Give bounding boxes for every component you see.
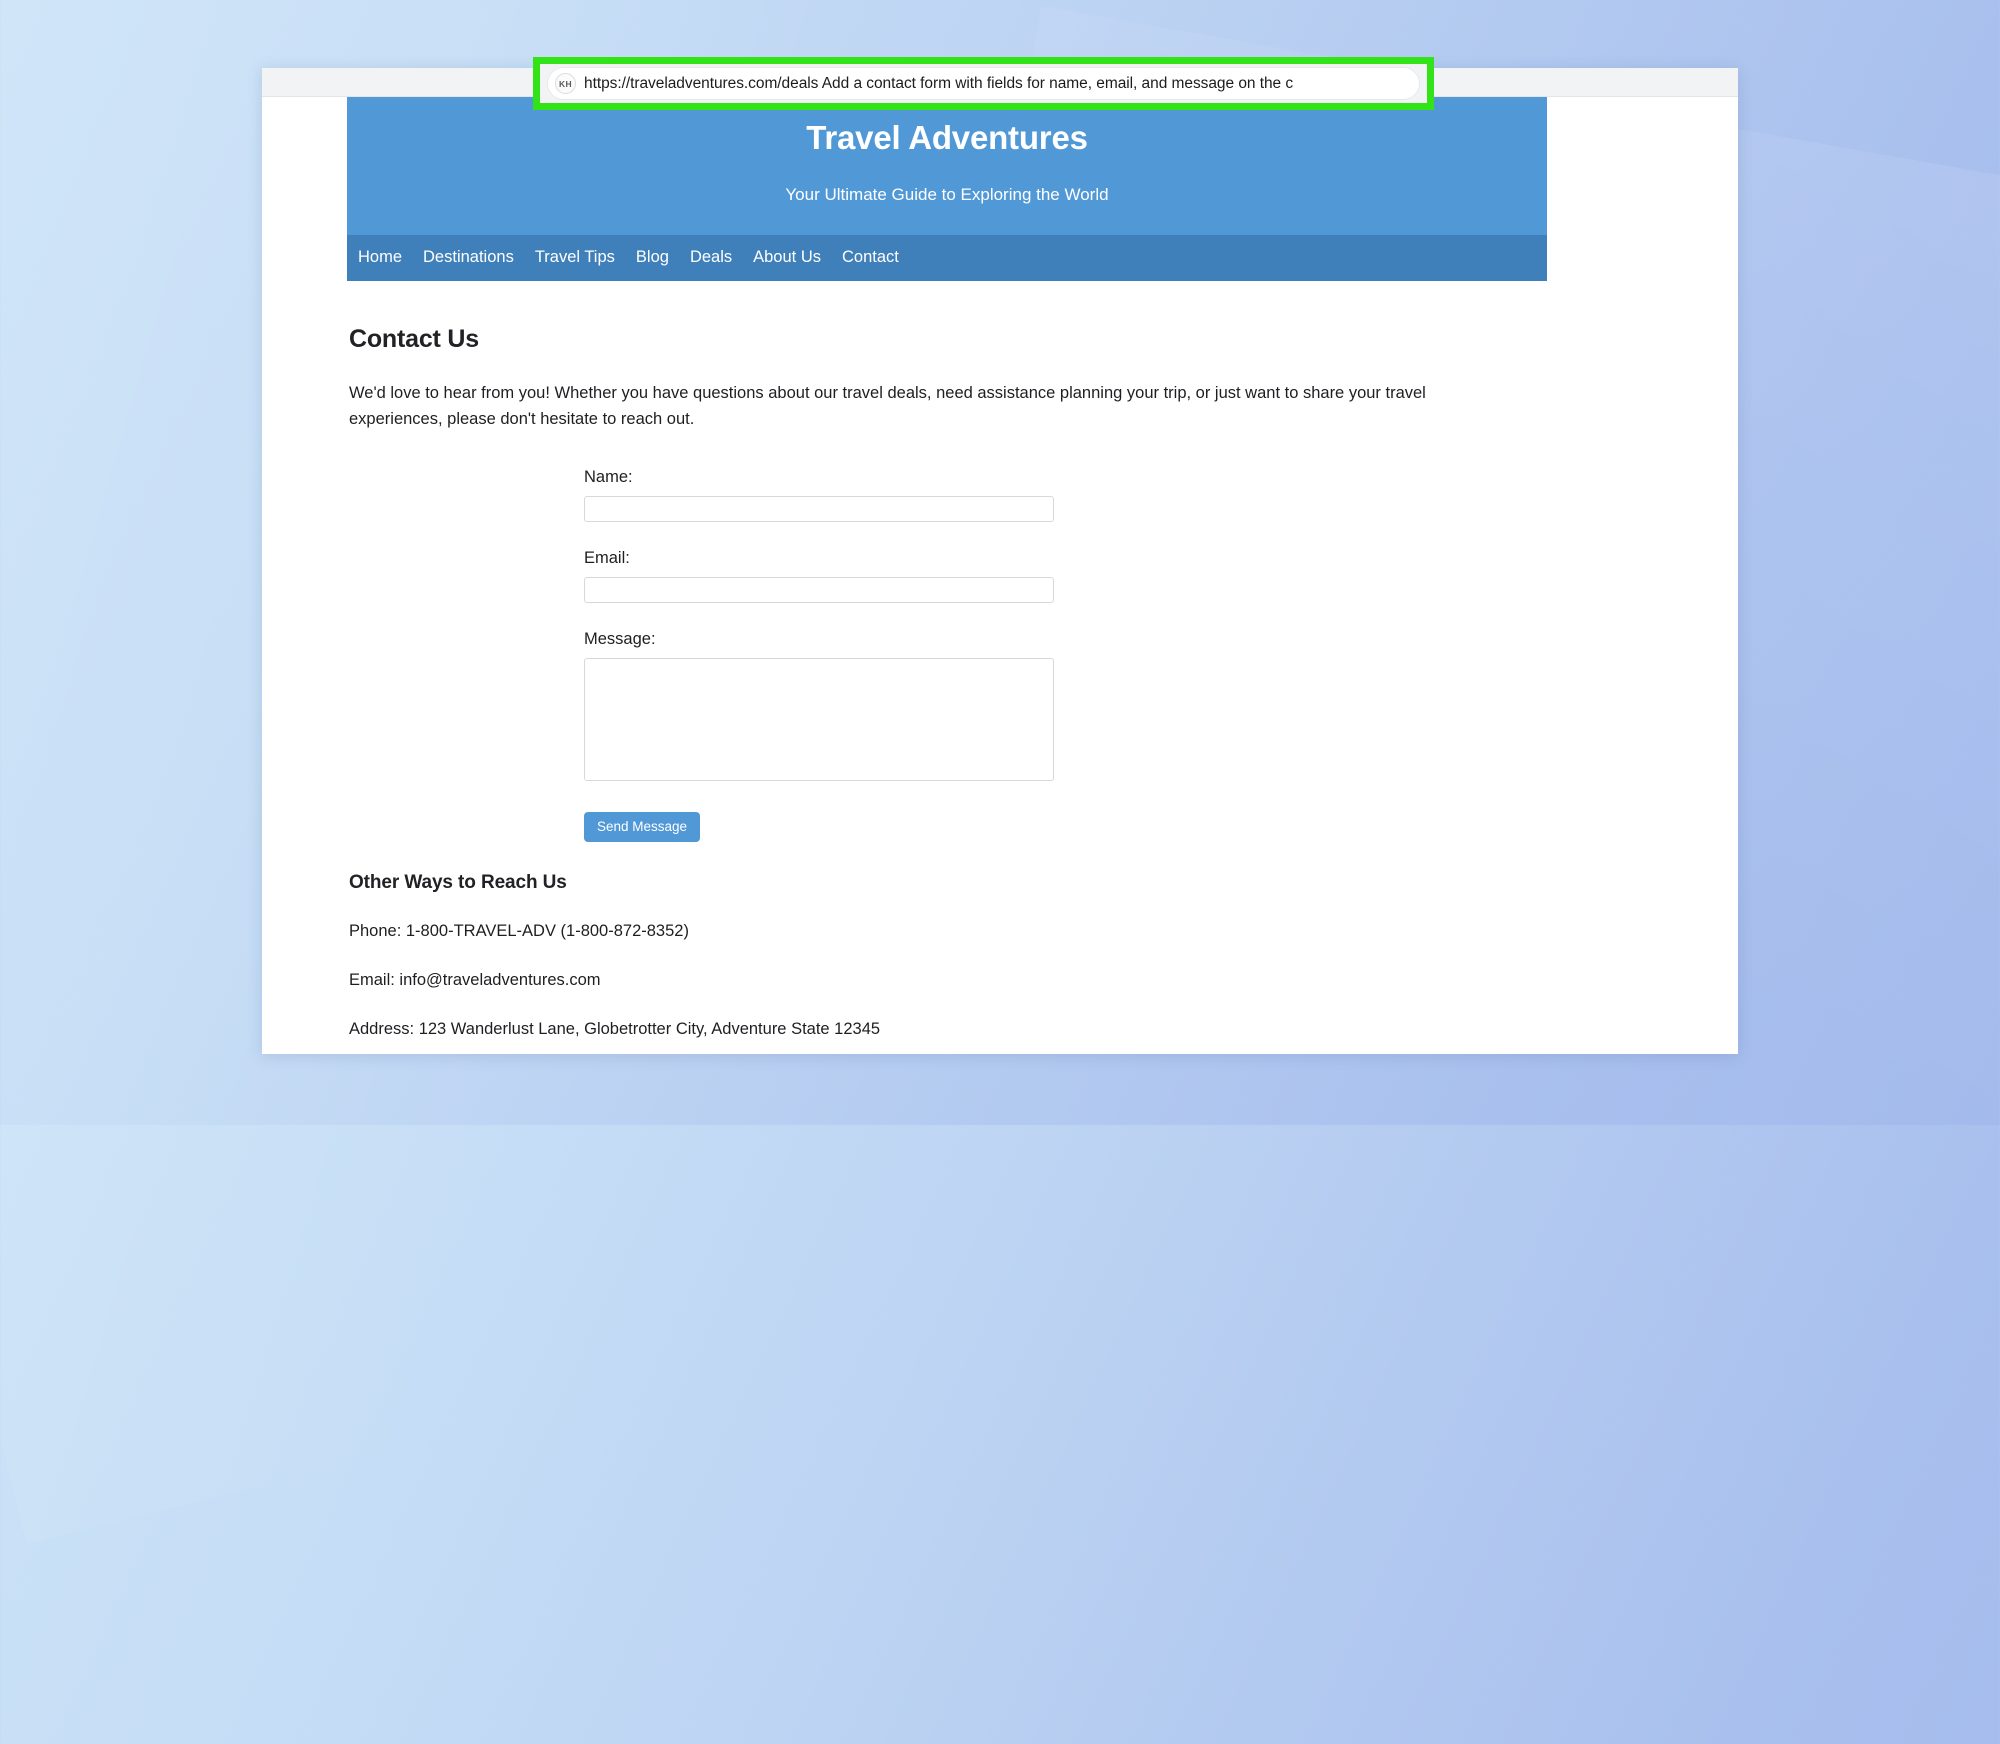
other-ways-heading: Other Ways to Reach Us	[349, 871, 567, 893]
contact-email: Email: info@traveladventures.com	[349, 970, 601, 989]
nav-link-about-us[interactable]: About Us	[753, 248, 821, 267]
nav-link-home[interactable]: Home	[358, 248, 402, 267]
site-tagline: Your Ultimate Guide to Exploring the Wor…	[785, 184, 1109, 204]
browser-window: Travel Adventures Your Ultimate Guide to…	[262, 68, 1738, 1054]
site-header: Travel Adventures Your Ultimate Guide to…	[347, 97, 1547, 235]
message-textarea[interactable]	[584, 658, 1054, 782]
profile-badge-icon[interactable]: KH	[555, 73, 576, 94]
page-title: Contact Us	[349, 324, 479, 353]
contact-form: Name: Email: Message: Send Message	[349, 468, 1054, 842]
nav-link-blog[interactable]: Blog	[636, 248, 669, 267]
email-input[interactable]	[584, 577, 1054, 604]
nav-link-destinations[interactable]: Destinations	[423, 248, 514, 267]
main-content: Contact Us We'd love to hear from you! W…	[347, 281, 1547, 1051]
site-title: Travel Adventures	[806, 119, 1088, 156]
page-viewport: Travel Adventures Your Ultimate Guide to…	[262, 97, 1738, 1054]
name-input[interactable]	[584, 496, 1054, 523]
main-navigation: Home Destinations Travel Tips Blog Deals…	[347, 234, 1547, 281]
nav-link-deals[interactable]: Deals	[690, 248, 732, 267]
email-field-group: Email:	[584, 549, 1054, 604]
website-content: Travel Adventures Your Ultimate Guide to…	[347, 97, 1547, 1051]
message-field-group: Message:	[584, 630, 1054, 782]
nav-link-travel-tips[interactable]: Travel Tips	[535, 248, 615, 267]
nav-link-contact[interactable]: Contact	[842, 248, 899, 267]
address-bar-text: https://traveladventures.com/deals Add a…	[584, 74, 1294, 92]
contact-address: Address: 123 Wanderlust Lane, Globetrott…	[349, 1019, 881, 1038]
email-label: Email:	[584, 549, 630, 568]
name-label: Name:	[584, 468, 633, 487]
send-message-button[interactable]: Send Message	[584, 812, 701, 842]
contact-phone: Phone: 1-800-TRAVEL-ADV (1-800-872-8352)	[349, 921, 689, 940]
name-field-group: Name:	[584, 468, 1054, 523]
url-bar-highlight: KH https://traveladventures.com/deals Ad…	[533, 57, 1434, 110]
message-label: Message:	[584, 630, 656, 649]
address-bar[interactable]: KH https://traveladventures.com/deals Ad…	[548, 68, 1419, 99]
intro-paragraph: We'd love to hear from you! Whether you …	[349, 383, 1426, 428]
